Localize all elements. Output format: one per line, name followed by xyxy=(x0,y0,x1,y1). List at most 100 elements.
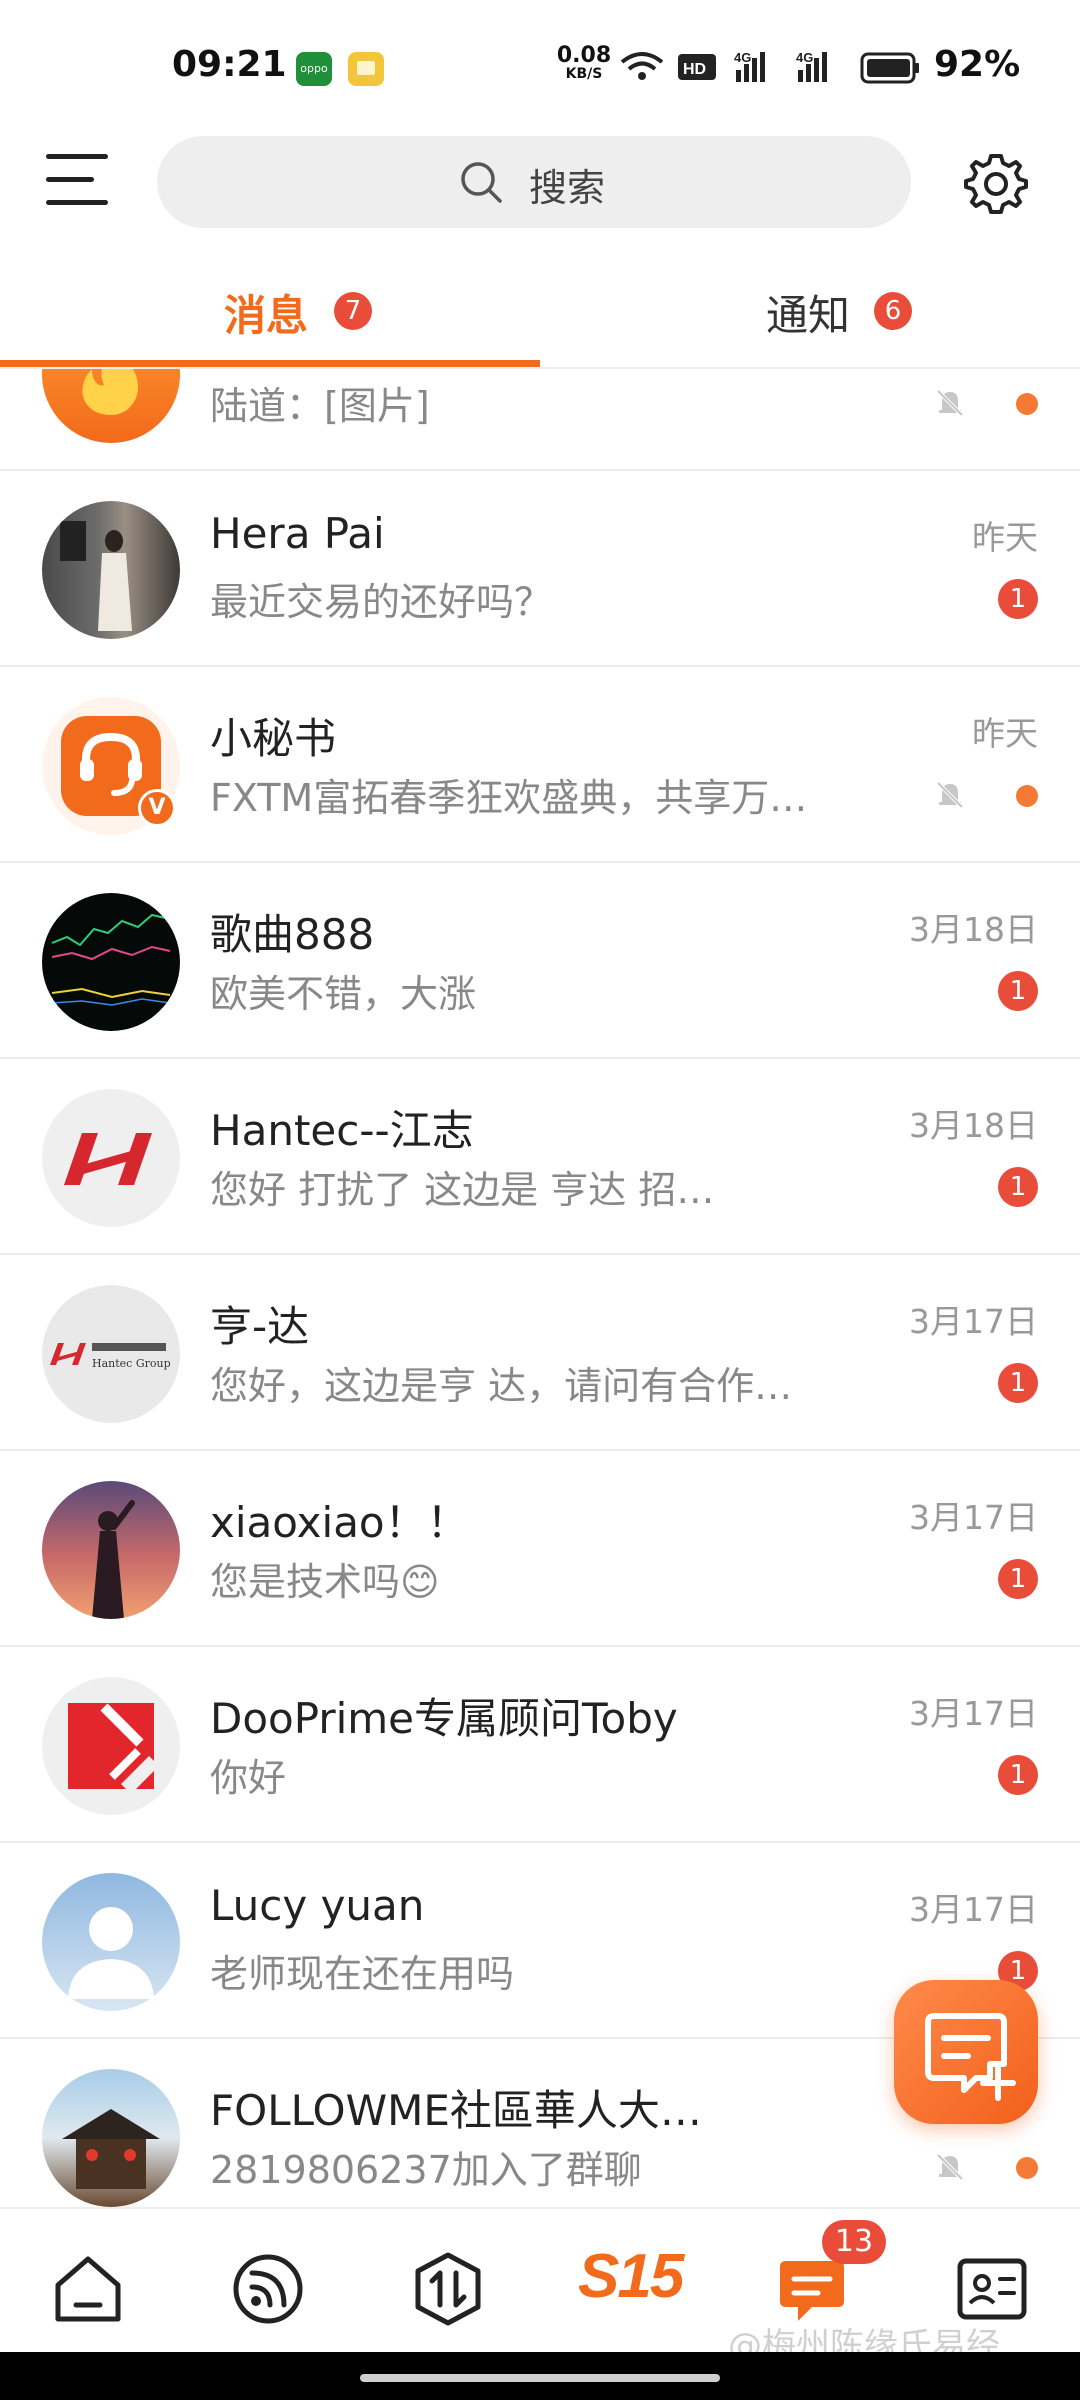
conversation-row[interactable]: Hera Pai 最近交易的还好吗？ 昨天 1 xyxy=(0,471,1080,667)
avatar xyxy=(42,369,180,443)
conversation-name: xiaoxiao！！ xyxy=(210,1498,469,1547)
unread-badge: 1 xyxy=(998,579,1038,619)
battery-percent: 92% xyxy=(934,44,1021,85)
conversation-time: 3月17日 xyxy=(909,1498,1038,1537)
avatar xyxy=(42,2069,180,2207)
conversation-row[interactable]: V 小秘书 FXTM富拓春季狂欢盛典，共享万… 昨天 xyxy=(0,667,1080,863)
feed-icon[interactable] xyxy=(228,2249,308,2329)
conversation-row[interactable]: xiaoxiao！！ 您是技术吗😊 3月17日 1 xyxy=(0,1451,1080,1647)
conversation-preview: FXTM富拓春季狂欢盛典，共享万… xyxy=(210,776,808,820)
mute-bell-icon xyxy=(936,389,964,417)
dooprime-logo-icon xyxy=(68,1703,159,1794)
conversation-row[interactable]: 陆道：[图片] xyxy=(0,369,1080,471)
flame-logo-icon xyxy=(82,369,138,415)
network-speed: 0.08 KB/S xyxy=(556,43,612,83)
conversation-preview: 老师现在还在用吗 xyxy=(210,1952,515,1996)
signal-4g-icon-2: 4G xyxy=(796,50,827,82)
conversation-time: 3月17日 xyxy=(909,1890,1038,1929)
conversation-preview: 你好 xyxy=(210,1756,287,1800)
unread-badge: 1 xyxy=(998,1167,1038,1207)
silhouette-photo xyxy=(92,1500,135,1619)
temple-photo xyxy=(62,2109,160,2189)
compose-message-icon xyxy=(925,2013,1016,2101)
unread-dot xyxy=(1016,2157,1038,2179)
conversation-name: DooPrime专属顾问Toby xyxy=(210,1694,678,1743)
profile-card-icon[interactable] xyxy=(952,2249,1032,2329)
conversation-name: 亨-达 xyxy=(210,1302,310,1351)
unread-badge: 1 xyxy=(998,971,1038,1011)
signal-4g-icon-1: 4G xyxy=(734,50,765,82)
oppo-app-icon: oppo xyxy=(296,52,332,86)
conversation-row[interactable]: 歌曲888 欧美不错，大涨 3月18日 1 xyxy=(0,863,1080,1059)
conversation-name: Lucy yuan xyxy=(210,1881,425,1930)
menu-icon-line xyxy=(46,177,94,182)
conversation-time: 3月17日 xyxy=(909,1694,1038,1733)
battery-icon xyxy=(860,52,919,84)
conversation-preview: 陆道：[图片] xyxy=(210,384,430,428)
search-placeholder: 搜索 xyxy=(529,166,606,210)
conversation-preview: 最近交易的还好吗？ xyxy=(210,580,553,624)
hd-icon: HD xyxy=(678,54,716,80)
home-icon[interactable] xyxy=(48,2249,128,2329)
avatar xyxy=(42,1677,180,1815)
tab-messages-badge: 7 xyxy=(334,292,372,330)
avatar xyxy=(42,501,180,639)
verified-badge-icon: V xyxy=(138,789,176,827)
default-user-icon xyxy=(68,1907,154,1999)
conversation-row[interactable]: Hantec Group 亨-达 您好，这边是亨 达，请问有合作… 3月17日 … xyxy=(0,1255,1080,1451)
search-bar[interactable]: 搜索 xyxy=(157,136,911,228)
tab-notifications[interactable]: 通知 xyxy=(766,282,850,352)
conversation-row[interactable]: Hantec--江志 您好 打扰了 这边是 亨达 招… 3月18日 1 xyxy=(0,1059,1080,1255)
hantec-logo-icon xyxy=(64,1133,152,1185)
notes-app-icon xyxy=(348,52,384,86)
conversation-preview: 2819806237加入了群聊 xyxy=(210,2148,642,2192)
person-photo xyxy=(60,521,132,631)
conversation-name: 小秘书 xyxy=(210,714,337,763)
trade-icon[interactable] xyxy=(408,2249,488,2329)
status-icons: HD 4G 4G xyxy=(620,50,919,84)
s15-tab[interactable]: S15 xyxy=(578,2241,698,2321)
conversation-list[interactable]: 陆道：[图片] Hera Pai 最近交易的还好吗？ 昨天 1 V 小秘书 FX… xyxy=(0,369,1080,2207)
tab-notifications-badge: 6 xyxy=(874,292,912,330)
network-speed-unit: KB/S xyxy=(565,66,603,82)
conversation-name: FOLLOWME社區華人大… xyxy=(210,2086,702,2135)
unread-dot xyxy=(1016,393,1038,415)
status-bar: 09:21 oppo 0.08 KB/S HD 4G 4G 92% xyxy=(0,0,1080,130)
conversation-time: 昨天 xyxy=(972,518,1038,557)
stock-chart-image xyxy=(51,913,171,1006)
conversation-time: 昨天 xyxy=(972,714,1038,753)
conversation-row[interactable]: DooPrime专属顾问Toby 你好 3月17日 1 xyxy=(0,1647,1080,1843)
avatar: Hantec Group xyxy=(42,1285,180,1423)
avatar xyxy=(42,1873,180,2011)
avatar xyxy=(42,1481,180,1619)
conversation-preview: 您是技术吗😊 xyxy=(210,1560,440,1604)
messages-nav-badge: 13 xyxy=(822,2220,886,2264)
svg-text:HD: HD xyxy=(683,61,706,78)
unread-dot xyxy=(1016,785,1038,807)
svg-text:4G: 4G xyxy=(734,50,751,65)
avatar xyxy=(42,893,180,1031)
search-icon xyxy=(461,162,502,203)
mute-bell-icon xyxy=(936,781,964,809)
unread-badge: 1 xyxy=(998,1559,1038,1599)
hantec-group-logo-icon: Hantec Group xyxy=(50,1343,171,1370)
conversation-preview: 您好 打扰了 这边是 亨达 招… xyxy=(210,1168,715,1212)
conversation-name: Hera Pai xyxy=(210,509,385,558)
conversation-name: 歌曲888 xyxy=(210,910,375,959)
conversation-time: 3月17日 xyxy=(909,1302,1038,1341)
conversation-time: 3月18日 xyxy=(909,1106,1038,1145)
tab-messages[interactable]: 消息 xyxy=(224,282,308,352)
conversation-preview: 欧美不错，大涨 xyxy=(210,972,477,1016)
settings-gear-icon[interactable] xyxy=(962,150,1030,218)
home-indicator[interactable] xyxy=(360,2374,720,2382)
menu-icon-line xyxy=(46,200,108,205)
compose-button[interactable] xyxy=(894,1980,1038,2124)
network-speed-value: 0.08 xyxy=(556,43,612,68)
svg-text:4G: 4G xyxy=(796,50,813,65)
menu-button[interactable] xyxy=(46,150,110,210)
status-time: 09:21 xyxy=(172,44,287,85)
mute-bell-icon xyxy=(936,2153,964,2181)
avatar xyxy=(42,1089,180,1227)
conversation-name: Hantec--江志 xyxy=(210,1106,474,1155)
hantec-logo-text: Hantec Group xyxy=(92,1357,171,1370)
